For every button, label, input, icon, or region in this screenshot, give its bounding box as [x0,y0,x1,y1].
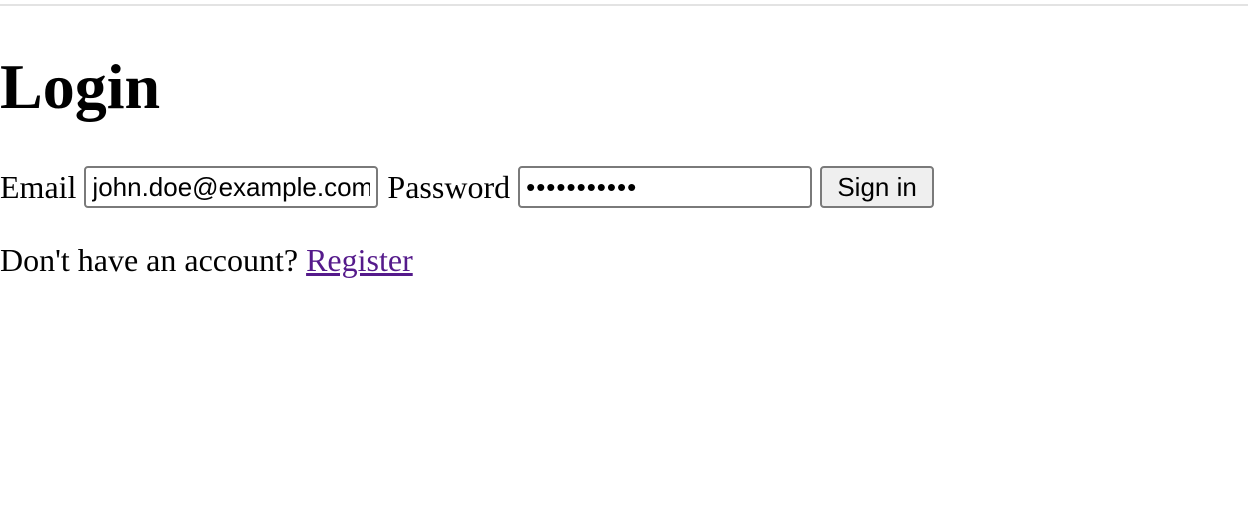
register-prompt-text: Don't have an account? [0,242,299,278]
email-label: Email [0,169,77,205]
password-input[interactable] [518,166,813,208]
login-form: Email Password Sign in [0,166,935,208]
password-label: Password [387,169,511,205]
register-link[interactable]: Register [306,242,413,278]
sign-in-button[interactable]: Sign in [820,166,935,208]
email-input[interactable] [84,166,379,208]
page-title: Login [0,51,161,122]
top-divider [0,4,1248,6]
register-prompt: Don't have an account? Register [0,240,413,280]
